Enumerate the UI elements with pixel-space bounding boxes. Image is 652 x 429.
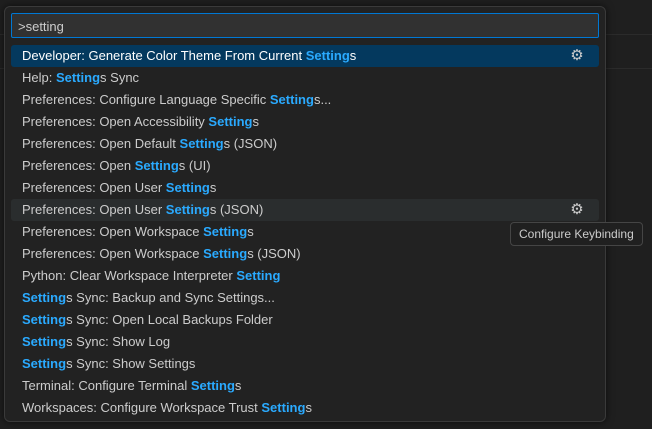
command-label-match: Setting <box>269 92 314 107</box>
command-label-match: Setting <box>22 290 67 305</box>
command-label-post: s (JSON) <box>223 136 278 151</box>
command-item[interactable]: Workspaces: Configure Workspace Trust Se… <box>11 397 599 419</box>
command-label-pre: Workspaces: Configure Workspace Trust <box>22 400 262 415</box>
command-item[interactable]: Preferences: Open User Settings <box>11 177 599 199</box>
command-label-match: Setting <box>208 114 253 129</box>
command-label-match: Setting <box>134 158 179 173</box>
command-item[interactable]: Python: Clear Workspace Interpreter Sett… <box>11 265 599 287</box>
command-label-pre: Terminal: Configure Terminal <box>22 378 191 393</box>
command-label-match: Setting <box>203 224 248 239</box>
command-label-post: s Sync <box>100 70 140 85</box>
command-item[interactable]: Settings Sync: Show Settings <box>11 353 599 375</box>
command-label-post: s (UI) <box>178 158 211 173</box>
command-label-match: Setting <box>165 202 210 217</box>
command-label-match: Setting <box>203 246 248 261</box>
command-item[interactable]: Preferences: Open Settings (UI) <box>11 155 599 177</box>
command-item[interactable]: Developer: Generate Color Theme From Cur… <box>11 45 599 67</box>
command-label-match: Setting <box>165 180 210 195</box>
command-label-post: s <box>247 224 254 239</box>
command-item[interactable]: Preferences: Open Default Settings (JSON… <box>11 133 599 155</box>
command-label-post: s (JSON) <box>209 202 264 217</box>
command-label-match: Setting <box>179 136 224 151</box>
tooltip: Configure Keybinding <box>510 222 643 246</box>
command-input[interactable]: >setting <box>11 13 599 38</box>
command-item[interactable]: Terminal: Configure Terminal Settings <box>11 375 599 397</box>
command-label-pre: Preferences: Open Workspace <box>22 246 204 261</box>
gear-icon[interactable]: ⚙ <box>569 202 585 218</box>
command-label-post: s Sync: Open Local Backups Folder <box>66 312 273 327</box>
command-label-match: Setting <box>22 312 67 327</box>
command-label-pre: Preferences: Open Accessibility <box>22 114 209 129</box>
command-label-pre: Preferences: Open Workspace <box>22 224 204 239</box>
command-label-match: Setting <box>22 334 67 349</box>
command-label-post: s <box>305 400 312 415</box>
command-label-match: Setting <box>22 356 67 371</box>
command-label-post: s <box>349 48 357 63</box>
command-label-pre: Preferences: Open User <box>22 180 166 195</box>
command-label-pre: Help: <box>22 70 56 85</box>
command-item[interactable]: Preferences: Configure Language Specific… <box>11 89 599 111</box>
command-label-pre: Python: Clear Workspace Interpreter <box>22 268 237 283</box>
command-item[interactable]: Preferences: Open User Settings (JSON) ⚙ <box>11 199 599 221</box>
command-palette: >setting Developer: Generate Color Theme… <box>4 6 606 422</box>
command-label-post: s Sync: Show Settings <box>66 356 196 371</box>
command-label-pre: Preferences: Configure Language Specific <box>22 92 270 107</box>
command-label-post: s <box>209 180 217 195</box>
command-item[interactable]: Settings Sync: Show Log <box>11 331 599 353</box>
command-label-post: s (JSON) <box>247 246 301 261</box>
command-item[interactable]: Help: Settings Sync <box>11 67 599 89</box>
command-label-post: s <box>234 378 242 393</box>
command-label-match: Setting <box>305 48 350 63</box>
command-label-post: s... <box>313 92 332 107</box>
command-item[interactable]: Settings Sync: Open Local Backups Folder <box>11 309 599 331</box>
command-label-pre: Preferences: Open <box>22 158 135 173</box>
command-item[interactable]: Settings Sync: Backup and Sync Settings.… <box>11 287 599 309</box>
gear-icon[interactable]: ⚙ <box>569 48 585 64</box>
command-label-match: Setting <box>190 378 235 393</box>
command-label-pre: Preferences: Open User <box>22 202 166 217</box>
command-item[interactable]: Preferences: Open Accessibility Settings <box>11 111 599 133</box>
command-label-post: s Sync: Backup and Sync Settings... <box>66 290 275 305</box>
command-label-match: Setting <box>55 70 101 85</box>
command-label-post: s <box>252 114 259 129</box>
command-item[interactable]: Preferences: Open Workspace Settings (JS… <box>11 243 599 265</box>
command-label-match: Setting <box>236 268 281 283</box>
command-label-pre: Preferences: Open Default <box>22 136 180 151</box>
command-label-match: Setting <box>261 400 306 415</box>
command-label-post: s Sync: Show Log <box>66 334 171 349</box>
command-label-pre: Developer: Generate Color Theme From Cur… <box>22 48 306 63</box>
